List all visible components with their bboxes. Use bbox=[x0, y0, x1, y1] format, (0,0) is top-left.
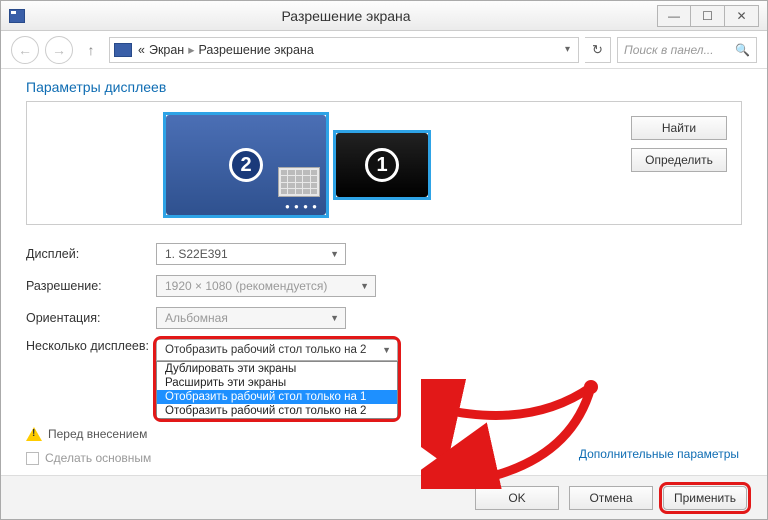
warning-icon bbox=[26, 427, 42, 441]
chevron-down-icon: ▼ bbox=[330, 249, 339, 259]
monitor-icon bbox=[114, 43, 132, 57]
address-dropdown-icon[interactable]: ▾ bbox=[561, 44, 574, 55]
address-bar[interactable]: « Экран ▸ Разрешение экрана ▾ bbox=[109, 37, 579, 63]
dialog-footer: OK Отмена Применить bbox=[1, 475, 767, 519]
display-select[interactable]: 1. S22E391 ▼ bbox=[156, 243, 346, 265]
warning-row: Перед внесением bbox=[26, 427, 742, 441]
chevron-down-icon: ▼ bbox=[382, 345, 391, 355]
ok-button[interactable]: OK bbox=[475, 486, 559, 510]
orientation-label: Ориентация: bbox=[26, 311, 156, 325]
content: Параметры дисплеев 2 ● ● ● ● bbox=[1, 69, 767, 465]
monitor-number: 2 bbox=[229, 148, 263, 182]
monitor-icon bbox=[9, 9, 25, 23]
find-button[interactable]: Найти bbox=[631, 116, 727, 140]
chevron-down-icon: ▼ bbox=[360, 281, 369, 291]
breadcrumb-item[interactable]: Экран bbox=[149, 43, 184, 57]
orientation-select[interactable]: Альбомная ▼ bbox=[156, 307, 346, 329]
search-placeholder: Поиск в панел... bbox=[624, 43, 714, 57]
dots-icon: ● ● ● ● bbox=[285, 202, 318, 211]
window-controls: — ☐ ✕ bbox=[657, 5, 759, 27]
make-primary-checkbox[interactable] bbox=[26, 452, 39, 465]
page-heading: Параметры дисплеев bbox=[26, 79, 742, 95]
dropdown-option[interactable]: Дублировать эти экраны bbox=[157, 362, 397, 376]
toolbar: ← → ↑ « Экран ▸ Разрешение экрана ▾ ↻ По… bbox=[1, 31, 767, 69]
breadcrumb-chevron: « bbox=[138, 43, 145, 57]
chevron-down-icon: ▼ bbox=[330, 313, 339, 323]
identify-button[interactable]: Определить bbox=[631, 148, 727, 172]
apply-button[interactable]: Применить bbox=[663, 486, 747, 510]
breadcrumb-sep: ▸ bbox=[188, 42, 194, 57]
close-button[interactable]: ✕ bbox=[725, 5, 759, 27]
forward-button[interactable]: → bbox=[45, 36, 73, 64]
keyboard-icon bbox=[278, 167, 320, 197]
multiple-displays-select[interactable]: Отобразить рабочий стол только на 2 ▼ bbox=[156, 339, 398, 361]
dropdown-option[interactable]: Отобразить рабочий стол только на 1 bbox=[157, 390, 397, 404]
search-icon: 🔍 bbox=[735, 43, 750, 57]
resolution-label: Разрешение: bbox=[26, 279, 156, 293]
search-input[interactable]: Поиск в панел... 🔍 bbox=[617, 37, 757, 63]
maximize-button[interactable]: ☐ bbox=[691, 5, 725, 27]
multiple-displays-label: Несколько дисплеев: bbox=[26, 339, 156, 353]
display-label: Дисплей: bbox=[26, 247, 156, 261]
monitor-number: 1 bbox=[365, 148, 399, 182]
minimize-button[interactable]: — bbox=[657, 5, 691, 27]
titlebar: Разрешение экрана — ☐ ✕ bbox=[1, 1, 767, 31]
dropdown-option[interactable]: Отобразить рабочий стол только на 2 bbox=[157, 404, 397, 418]
dropdown-option[interactable]: Расширить эти экраны bbox=[157, 376, 397, 390]
make-primary-label: Сделать основным bbox=[45, 451, 151, 465]
monitor-2[interactable]: 2 ● ● ● ● bbox=[163, 112, 329, 218]
window: Разрешение экрана — ☐ ✕ ← → ↑ « Экран ▸ … bbox=[0, 0, 768, 520]
monitor-1[interactable]: 1 bbox=[333, 130, 431, 200]
cancel-button[interactable]: Отмена bbox=[569, 486, 653, 510]
warning-text: Перед внесением bbox=[48, 427, 147, 441]
window-title: Разрешение экрана bbox=[35, 8, 657, 24]
up-button[interactable]: ↑ bbox=[79, 38, 103, 62]
resolution-select[interactable]: 1920 × 1080 (рекомендуется) ▼ bbox=[156, 275, 376, 297]
refresh-button[interactable]: ↻ bbox=[585, 37, 611, 63]
multiple-displays-dropdown: Дублировать эти экраны Расширить эти экр… bbox=[156, 361, 398, 419]
back-button[interactable]: ← bbox=[11, 36, 39, 64]
display-arrangement[interactable]: 2 ● ● ● ● 1 bbox=[26, 101, 742, 225]
advanced-settings-link[interactable]: Дополнительные параметры bbox=[579, 447, 739, 461]
breadcrumb-item[interactable]: Разрешение экрана bbox=[199, 43, 314, 57]
